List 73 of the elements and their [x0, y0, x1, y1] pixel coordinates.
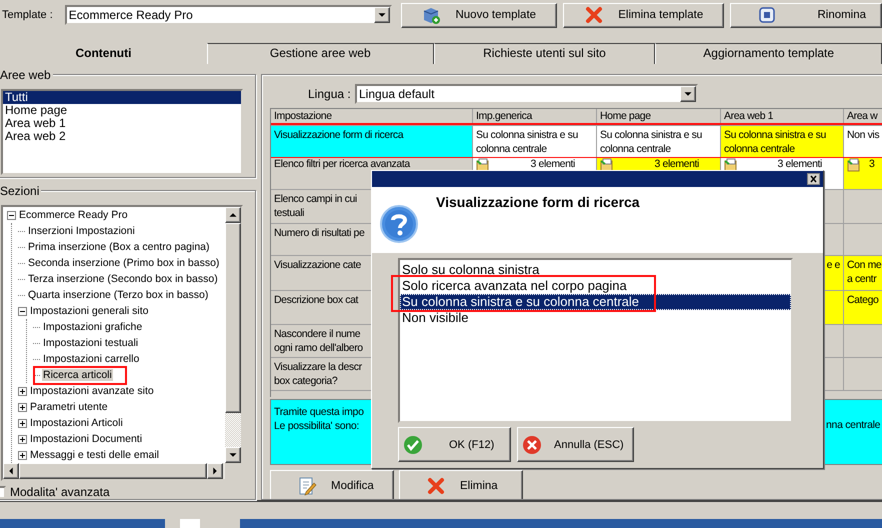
dialog-button[interactable]: OK (F12): [398, 427, 511, 462]
expand-icon[interactable]: [18, 386, 27, 396]
tree-item[interactable]: Messaggi e testi delle email: [29, 449, 160, 461]
collapse-icon[interactable]: [18, 306, 27, 316]
tree-item[interactable]: Impostazioni avanzate sito: [29, 385, 155, 397]
template-label: Template :: [2, 9, 54, 21]
checkbox-label: Modalita' avanzata: [10, 485, 110, 499]
tree-item[interactable]: Impostazioni testuali: [42, 337, 140, 349]
table-cell[interactable]: Non vis: [844, 126, 882, 158]
tree-item[interactable]: Ricerca articoli: [42, 369, 113, 381]
list-item[interactable]: Home page: [3, 104, 241, 117]
description-text: nna centrale: [826, 419, 880, 431]
expand-icon[interactable]: [18, 402, 27, 412]
tree-item[interactable]: Seconda inserzione (Primo box in basso): [27, 257, 220, 269]
expand-icon[interactable]: [18, 418, 27, 428]
scroll-up-icon[interactable]: [225, 207, 241, 223]
tree-item[interactable]: Impostazioni generali sito: [29, 305, 150, 317]
tree-item[interactable]: Prima inserzione (Box a centro pagina): [27, 241, 211, 253]
action-button[interactable]: Modifica: [270, 470, 394, 499]
group-label: Aree web: [0, 68, 53, 82]
scroll-thumb[interactable]: [225, 223, 241, 413]
tree-item[interactable]: Quarta inserzione (Terzo box in basso): [27, 289, 210, 301]
toolbar-button[interactable]: Nuovo template: [400, 2, 557, 28]
table-cell[interactable]: Su colonna sinistra e su colonna centrale: [597, 126, 721, 158]
check-icon: [403, 434, 423, 454]
table-cell: Visualizzazione form di ricerca: [271, 126, 473, 158]
table-cell[interactable]: Catego: [844, 291, 882, 325]
cross-icon: [522, 434, 542, 454]
table-cell[interactable]: 3: [844, 158, 882, 190]
pencil-page-icon: [297, 476, 317, 496]
scroll-right-icon[interactable]: [207, 463, 223, 479]
cross-icon: [426, 476, 446, 496]
toolbar-button[interactable]: Elimina template: [563, 2, 724, 28]
dialog-button[interactable]: Annulla (ESC): [517, 427, 634, 462]
tab[interactable]: Richieste utenti sul sito: [434, 43, 656, 64]
language-dropdown[interactable]: Lingua default: [355, 84, 698, 104]
tree-item[interactable]: Impostazioni grafiche: [42, 321, 144, 333]
tree-item[interactable]: Terza inserzione (Secondo box in basso): [27, 273, 219, 285]
square-icon: [757, 5, 778, 25]
tree-item[interactable]: Ecommerce Ready Pro: [18, 209, 129, 221]
horizontal-scrollbar[interactable]: [3, 463, 241, 479]
close-icon[interactable]: [807, 173, 820, 185]
template-dropdown[interactable]: Ecommerce Ready Pro: [64, 5, 392, 25]
list-item[interactable]: Area web 1: [3, 117, 241, 130]
group-label: Sezioni: [0, 184, 42, 198]
tree-item[interactable]: Impostazioni Documenti: [29, 433, 144, 445]
collapse-icon[interactable]: [7, 210, 16, 220]
tab[interactable]: Gestione aree web: [206, 43, 434, 64]
toolbar-button[interactable]: Rinomina: [730, 2, 882, 28]
vertical-scrollbar[interactable]: [225, 207, 241, 463]
expand-icon[interactable]: [18, 434, 27, 444]
cross-icon: [584, 5, 604, 25]
list-option[interactable]: Non visibile: [402, 310, 468, 325]
question-icon: [380, 205, 418, 243]
tab[interactable]: Aggiornamento template: [655, 43, 882, 64]
tree-item[interactable]: Impostazioni carrello: [42, 353, 140, 365]
tree-item[interactable]: Impostazioni Articoli: [29, 417, 124, 429]
expand-icon[interactable]: [18, 450, 27, 460]
list-item[interactable]: Area web 2: [3, 130, 241, 143]
scroll-down-icon[interactable]: [225, 447, 241, 463]
tree-item[interactable]: Parametri utente: [29, 401, 109, 413]
folder-icon: [847, 158, 861, 172]
table-cell[interactable]: Su colonna sinistra e su colonna centrale: [721, 126, 844, 158]
table-cell[interactable]: Su colonna sinistra e su colonna centrale: [473, 126, 597, 158]
list-item[interactable]: Tutti: [3, 91, 241, 104]
language-label: Lingua :: [308, 87, 352, 101]
description-text: Tramite questa impo Le possibilita' sono:: [274, 405, 364, 433]
table-cell[interactable]: Con me a centr: [844, 256, 882, 291]
action-button[interactable]: Elimina: [399, 470, 523, 499]
scroll-left-icon[interactable]: [3, 463, 19, 479]
scroll-thumb[interactable]: [19, 463, 207, 479]
tree-item[interactable]: Inserzioni Impostazioni: [27, 225, 136, 237]
box-plus-icon: [421, 5, 442, 25]
